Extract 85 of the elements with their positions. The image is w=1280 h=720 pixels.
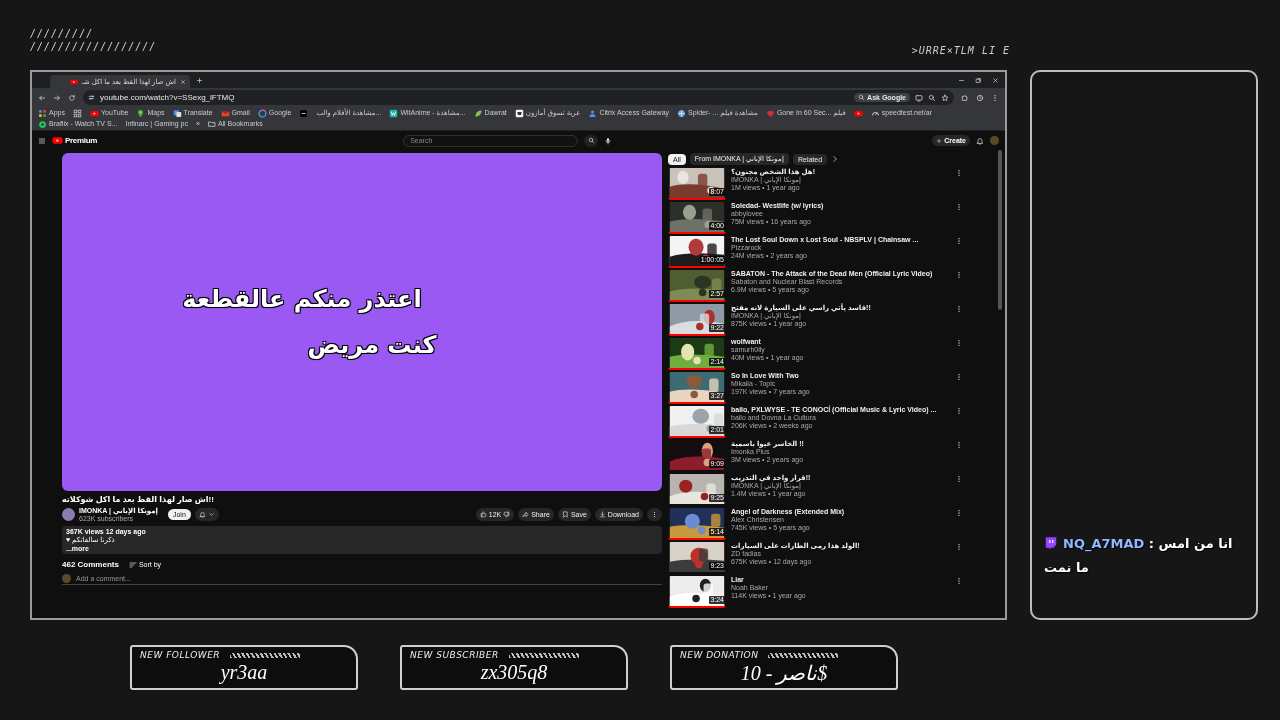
- mic-icon[interactable]: [604, 136, 613, 145]
- star-icon[interactable]: [941, 93, 949, 102]
- square-icon: [389, 108, 399, 118]
- alert-label: NEW FOLLOWER: [140, 650, 221, 660]
- hatch-decoration: [230, 652, 301, 658]
- more-icon[interactable]: [955, 169, 963, 177]
- scrollbar[interactable]: [998, 150, 1002, 310]
- video-title: !!اش صار لهذا القط بعد ما اكل شوكلاته: [62, 495, 214, 504]
- reload-icon[interactable]: [68, 93, 76, 102]
- sort-icon: [128, 560, 137, 569]
- lens-icon: [858, 94, 866, 101]
- video-player[interactable]: اعتذر منكم عالقطعة كنت مريض: [62, 153, 662, 491]
- more-icon[interactable]: [955, 509, 963, 517]
- play-icon: [89, 108, 99, 118]
- bell-icon[interactable]: [976, 136, 984, 145]
- heart-icon: [765, 108, 775, 118]
- play-icon: [52, 135, 63, 146]
- puzzle-icon[interactable]: [961, 93, 969, 102]
- search-icon: [587, 137, 595, 144]
- alert-value: ناصر - 10$: [739, 661, 829, 685]
- more-icon[interactable]: [955, 203, 963, 211]
- video-caption: اعتذر منكم عالقطعة: [182, 285, 422, 313]
- circle-icon: [38, 119, 47, 129]
- share-icon: [522, 511, 530, 518]
- decor-text: /////////: [30, 28, 95, 39]
- save-icon: [561, 511, 569, 518]
- restore-icon[interactable]: [975, 76, 982, 84]
- grid-icon[interactable]: [72, 108, 82, 118]
- more-icon[interactable]: [955, 441, 963, 449]
- search-button[interactable]: [584, 134, 599, 147]
- plus-icon[interactable]: [196, 76, 203, 84]
- more-icon[interactable]: [955, 475, 963, 483]
- more-icon[interactable]: [991, 93, 999, 102]
- alert-value: yr3aa: [218, 661, 269, 684]
- youtube-logo[interactable]: Premium: [52, 135, 98, 146]
- like-icon[interactable]: [479, 511, 487, 518]
- avatar: [62, 574, 71, 583]
- channel-avatar[interactable]: [62, 508, 75, 521]
- dislike-icon[interactable]: [503, 511, 511, 518]
- history-icon[interactable]: [976, 93, 984, 102]
- hatch-decoration: [768, 652, 839, 658]
- notification-button[interactable]: [194, 508, 219, 521]
- close-icon[interactable]: [992, 76, 999, 84]
- forward-icon[interactable]: [53, 93, 61, 102]
- grid-icon: [38, 108, 47, 118]
- mail-icon: [220, 108, 230, 118]
- tune-icon[interactable]: [88, 94, 95, 101]
- more-icon[interactable]: [955, 373, 963, 381]
- close-icon[interactable]: [180, 78, 186, 85]
- url-text: youtube.com/watch?v=SSexg_lFTMQ: [100, 93, 236, 102]
- back-icon[interactable]: [38, 93, 46, 102]
- play-icon[interactable]: [853, 108, 863, 118]
- caret-icon: [207, 511, 215, 518]
- video-caption: كنت مريض: [307, 331, 437, 359]
- person-icon: [588, 108, 598, 118]
- plus-icon: [936, 137, 943, 144]
- chat-bubble-icon: [1044, 536, 1058, 550]
- more-icon[interactable]: [955, 339, 963, 347]
- play-icon: [69, 77, 78, 86]
- more-icon[interactable]: [955, 543, 963, 551]
- zoom-icon[interactable]: [928, 93, 936, 102]
- hatch-decoration: [508, 652, 579, 658]
- more-icon[interactable]: [955, 407, 963, 415]
- google-icon: [257, 108, 267, 118]
- translate-icon: [172, 108, 182, 118]
- alert-label: NEW SUBSCRIBER: [410, 650, 499, 660]
- folder-icon: [207, 120, 216, 128]
- chevron-icon[interactable]: [831, 155, 840, 163]
- map-pin-icon: [136, 108, 146, 118]
- decor-text: //////////////////: [30, 41, 157, 52]
- comment-count: 462 Comments: [62, 560, 119, 569]
- cast-icon[interactable]: [915, 93, 923, 102]
- download-icon: [598, 511, 606, 518]
- more-icon[interactable]: [955, 577, 963, 585]
- more-icon[interactable]: [955, 271, 963, 279]
- globe-icon: [677, 108, 687, 118]
- menu-icon[interactable]: [38, 136, 46, 145]
- square-icon[interactable]: [299, 108, 309, 118]
- more-icon[interactable]: [955, 237, 963, 245]
- alert-label: NEW DONATION: [680, 650, 759, 660]
- leaf-icon: [473, 108, 483, 118]
- decor-text: >URRE×TLM LI E: [911, 45, 1010, 56]
- bell-icon: [198, 511, 206, 518]
- more-icon[interactable]: [955, 305, 963, 313]
- alert-value: zx305q8: [479, 661, 549, 684]
